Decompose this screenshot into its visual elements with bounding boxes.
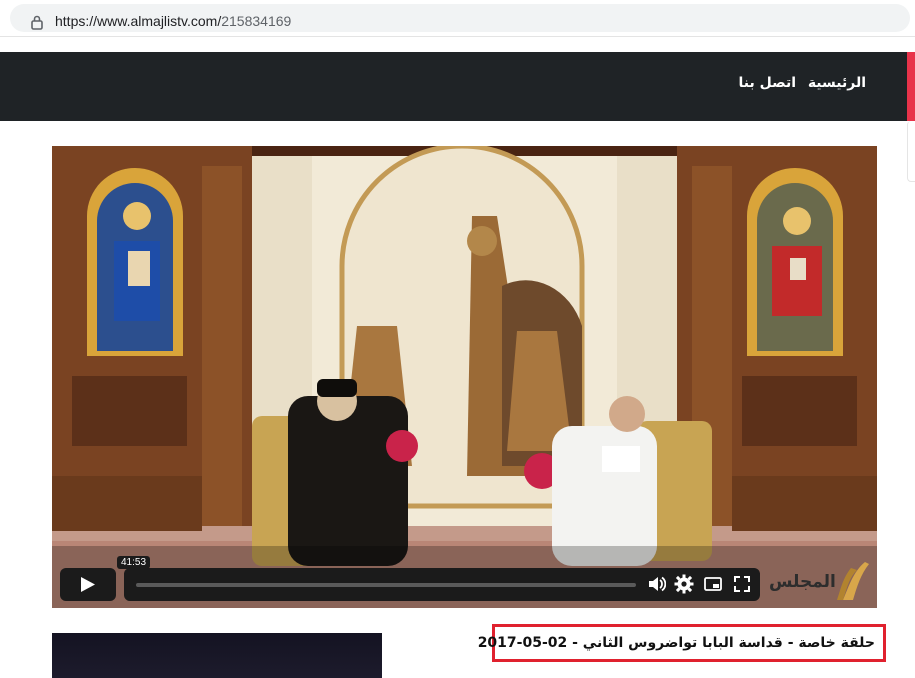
lock-icon (31, 15, 43, 30)
channel-logo-text: المجلس (769, 572, 836, 592)
video-frame (52, 146, 877, 608)
channel-logo: المجلس (765, 560, 870, 602)
video-player[interactable] (52, 146, 877, 608)
browser-address-bar: https://www.almajlistv.com/215834169 (0, 0, 915, 37)
time-tooltip: 41:53 (117, 556, 151, 569)
url-text: https://www.almajlistv.com/215834169 (55, 13, 291, 29)
play-icon (81, 577, 95, 592)
progress-track[interactable] (136, 583, 636, 587)
nav-item-home[interactable]: الرئيسية (808, 75, 866, 91)
nav-item-contact[interactable]: اتصل بنا (739, 75, 796, 91)
site-navbar: الرئيسية اتصل بنا (0, 52, 915, 121)
episode-title[interactable]: حلقة خاصة - قداسة البابا تواضروس الثاني … (478, 635, 875, 651)
url-field[interactable]: https://www.almajlistv.com/215834169 (10, 4, 910, 32)
volume-icon[interactable] (646, 574, 666, 594)
episode-title-box: حلقة خاصة - قداسة البابا تواضروس الثاني … (478, 624, 886, 662)
url-path: 215834169 (221, 13, 292, 29)
side-panel-tab[interactable] (907, 121, 915, 182)
nav-accent-strip (907, 52, 915, 121)
picture-in-picture-icon[interactable] (703, 574, 723, 594)
url-domain: https://www.almajlistv.com/ (55, 13, 222, 29)
fullscreen-icon[interactable] (732, 574, 752, 594)
settings-gear-icon[interactable] (674, 574, 694, 594)
related-video-thumbnail[interactable] (52, 633, 382, 678)
play-button[interactable] (60, 568, 116, 601)
